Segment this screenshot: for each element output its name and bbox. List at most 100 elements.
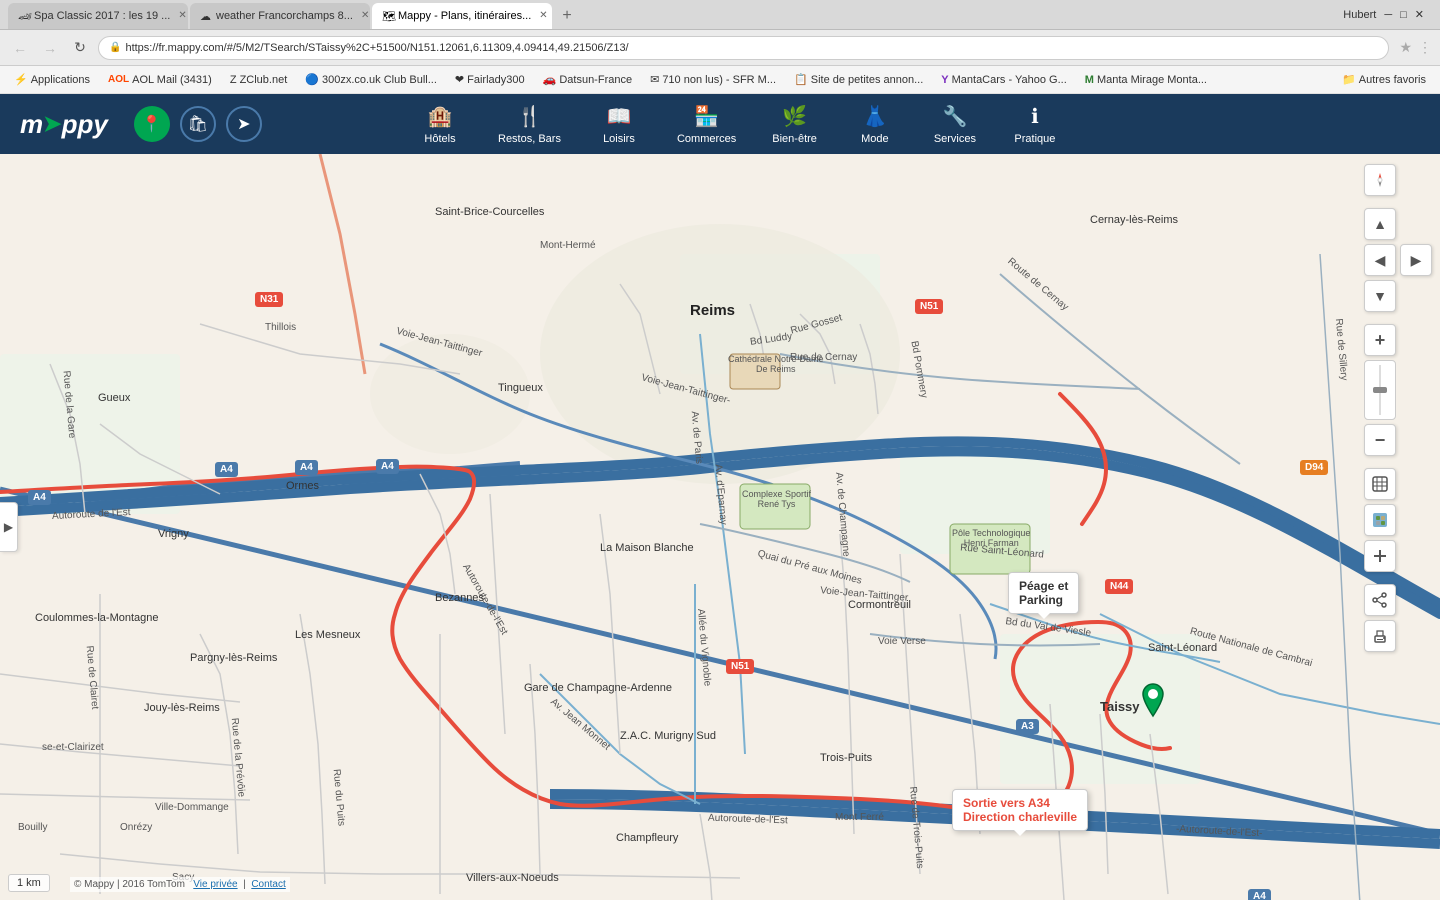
scale-bar: 1 km xyxy=(8,874,50,892)
bookmark-mantacars[interactable]: Y MantaCars - Yahoo G... xyxy=(935,72,1073,88)
bookmark-favicon-pa: 📋 xyxy=(794,73,808,86)
map-controls: ▲ ◀ ▶ ▼ + − xyxy=(1364,164,1432,652)
satellite-view-button[interactable] xyxy=(1364,504,1396,536)
browser-tabs: 🏎 Spa Classic 2017 : les 19 ... ✕ ☁ weat… xyxy=(8,1,580,29)
destination-pin[interactable] xyxy=(1138,682,1168,718)
loisirs-icon: 📖 xyxy=(607,104,632,129)
reload-button[interactable]: ↻ xyxy=(68,36,92,60)
tab-close-spa[interactable]: ✕ xyxy=(178,10,186,21)
bookmark-petites-annonces[interactable]: 📋 Site de petites annon... xyxy=(788,71,929,88)
logo-text2: ppy xyxy=(62,109,108,140)
mappy-logo[interactable]: m ➤ ppy xyxy=(20,109,108,140)
bookmark-favicon-mantacars: Y xyxy=(941,74,948,86)
nav-pratique-label: Pratique xyxy=(1014,133,1055,145)
bienetre-icon: 🌿 xyxy=(782,104,807,129)
tab-weather[interactable]: ☁ weather Francorchamps 8... ✕ xyxy=(190,3,370,29)
print-button[interactable] xyxy=(1364,620,1396,652)
browser-nav: ← → ↻ 🔒 https://fr.mappy.com/#/5/M2/TSea… xyxy=(0,30,1440,66)
map-container[interactable]: Rue Gosset Bd Luddy Rue de Cernay Bd Pom… xyxy=(0,154,1440,900)
pan-right-button[interactable]: ▶ xyxy=(1400,244,1432,276)
nav-pratique[interactable]: ℹ Pratique xyxy=(995,94,1075,154)
tab-label-spa: Spa Classic 2017 : les 19 ... xyxy=(34,10,170,22)
bookmark-applications[interactable]: ⚡ Applications xyxy=(8,71,96,88)
restos-icon: 🍴 xyxy=(517,104,542,129)
close-btn[interactable]: ✕ xyxy=(1415,8,1424,21)
nav-commerces-label: Commerces xyxy=(677,133,736,145)
share-button[interactable] xyxy=(1364,584,1396,616)
scale-text: 1 km xyxy=(17,877,41,889)
bookmark-fairlady[interactable]: ❤ Fairlady300 xyxy=(449,71,531,88)
bookmarks-bar: ⚡ Applications AOL AOL Mail (3431) Z ZCl… xyxy=(0,66,1440,94)
logo-text: m xyxy=(20,109,43,140)
bookmark-manta-mirage[interactable]: M Manta Mirage Monta... xyxy=(1079,72,1213,88)
bookmark-autres[interactable]: 📁 Autres favoris xyxy=(1336,71,1432,88)
tab-close-weather[interactable]: ✕ xyxy=(361,10,369,21)
zoom-slider[interactable] xyxy=(1364,360,1396,420)
bookmark-star[interactable]: ★ xyxy=(1399,39,1412,56)
bookmark-300zx[interactable]: 🔵 300zx.co.uk Club Bull... xyxy=(299,71,443,88)
mode-icon: 👗 xyxy=(862,104,887,129)
logo-area: m ➤ ppy 📍 🛍 ➤ xyxy=(0,106,400,142)
bookmark-label-datsun: Datsun-France xyxy=(559,74,632,86)
bookmark-favicon-fairlady: ❤ xyxy=(455,73,464,86)
tab-favicon-mappy: 🗺 xyxy=(382,10,394,22)
bookmark-favicon-zclub: Z xyxy=(230,74,237,86)
commerces-icon: 🏪 xyxy=(694,104,719,129)
pratique-icon: ℹ xyxy=(1031,104,1039,129)
services-icon: 🔧 xyxy=(942,104,967,129)
bookmark-zclub[interactable]: Z ZClub.net xyxy=(224,72,293,88)
contact-link[interactable]: Contact xyxy=(251,879,285,890)
map-view-button[interactable] xyxy=(1364,468,1396,500)
nav-hotels[interactable]: 🏨 Hôtels xyxy=(400,94,480,154)
nav-bienetre[interactable]: 🌿 Bien-être xyxy=(754,94,835,154)
bookmark-sfr[interactable]: ✉ 710 non lus) - SFR M... xyxy=(644,71,782,88)
nav-services-label: Services xyxy=(934,133,976,145)
nav-mode-label: Mode xyxy=(861,133,889,145)
tab-new-button[interactable]: + xyxy=(554,3,580,29)
bookmark-label-pa: Site de petites annon... xyxy=(811,74,924,86)
bookmark-label-applications: Applications xyxy=(31,74,90,86)
compass-button[interactable] xyxy=(1364,164,1396,196)
settings-icon[interactable]: ⋮ xyxy=(1418,39,1432,56)
tab-close-mappy[interactable]: ✕ xyxy=(539,10,547,21)
copyright-text: © Mappy | 2016 TomTom xyxy=(74,879,185,890)
pan-up-button[interactable]: ▲ xyxy=(1364,208,1396,240)
main-nav: 🏨 Hôtels 🍴 Restos, Bars 📖 Loisirs 🏪 Comm… xyxy=(400,94,1440,154)
directions-button[interactable]: ➤ xyxy=(226,106,262,142)
nav-commerces[interactable]: 🏪 Commerces xyxy=(659,94,754,154)
traffic-view-button[interactable] xyxy=(1364,540,1396,572)
bookmark-label-sfr: 710 non lus) - SFR M... xyxy=(662,74,776,86)
forward-button[interactable]: → xyxy=(38,36,62,60)
tab-label-mappy: Mappy - Plans, itinéraires... xyxy=(398,10,531,22)
address-bar[interactable]: 🔒 https://fr.mappy.com/#/5/M2/TSearch/ST… xyxy=(98,36,1389,60)
bookmark-label-300zx: 300zx.co.uk Club Bull... xyxy=(322,74,437,86)
panel-toggle[interactable]: ▶ xyxy=(0,502,18,552)
pan-left-button[interactable]: ◀ xyxy=(1364,244,1396,276)
nav-bienetre-label: Bien-être xyxy=(772,133,817,145)
location-pin-button[interactable]: 📍 xyxy=(134,106,170,142)
pan-down-button[interactable]: ▼ xyxy=(1364,280,1396,312)
nav-services[interactable]: 🔧 Services xyxy=(915,94,995,154)
bookmark-datsun[interactable]: 🚗 Datsun-France xyxy=(537,71,638,88)
nav-loisirs[interactable]: 📖 Loisirs xyxy=(579,94,659,154)
url-text: https://fr.mappy.com/#/5/M2/TSearch/STai… xyxy=(125,42,628,54)
privacy-link[interactable]: Vie privée xyxy=(193,879,237,890)
bookmark-favicon-sfr: ✉ xyxy=(650,73,659,86)
zoom-out-button[interactable]: − xyxy=(1364,424,1396,456)
bookmark-aol[interactable]: AOL AOL Mail (3431) xyxy=(102,72,218,88)
nav-restos[interactable]: 🍴 Restos, Bars xyxy=(480,94,579,154)
restore-btn[interactable]: □ xyxy=(1400,9,1407,21)
bookmark-favicon-aol: AOL xyxy=(108,74,129,85)
header-icons: 📍 🛍 ➤ xyxy=(134,106,262,142)
nav-mode[interactable]: 👗 Mode xyxy=(835,94,915,154)
browser-titlebar: 🏎 Spa Classic 2017 : les 19 ... ✕ ☁ weat… xyxy=(0,0,1440,30)
tab-spa[interactable]: 🏎 Spa Classic 2017 : les 19 ... ✕ xyxy=(8,3,188,29)
logo-arrow-icon: ➤ xyxy=(43,111,61,137)
tab-mappy[interactable]: 🗺 Mappy - Plans, itinéraires... ✕ xyxy=(372,3,552,29)
app-header: m ➤ ppy 📍 🛍 ➤ 🏨 Hôtels 🍴 Restos, Bars 📖 … xyxy=(0,94,1440,154)
minimize-btn[interactable]: ─ xyxy=(1384,9,1392,21)
bookmark-label-manta-mirage: Manta Mirage Monta... xyxy=(1097,74,1207,86)
zoom-in-button[interactable]: + xyxy=(1364,324,1396,356)
shopping-button[interactable]: 🛍 xyxy=(180,106,216,142)
back-button[interactable]: ← xyxy=(8,36,32,60)
